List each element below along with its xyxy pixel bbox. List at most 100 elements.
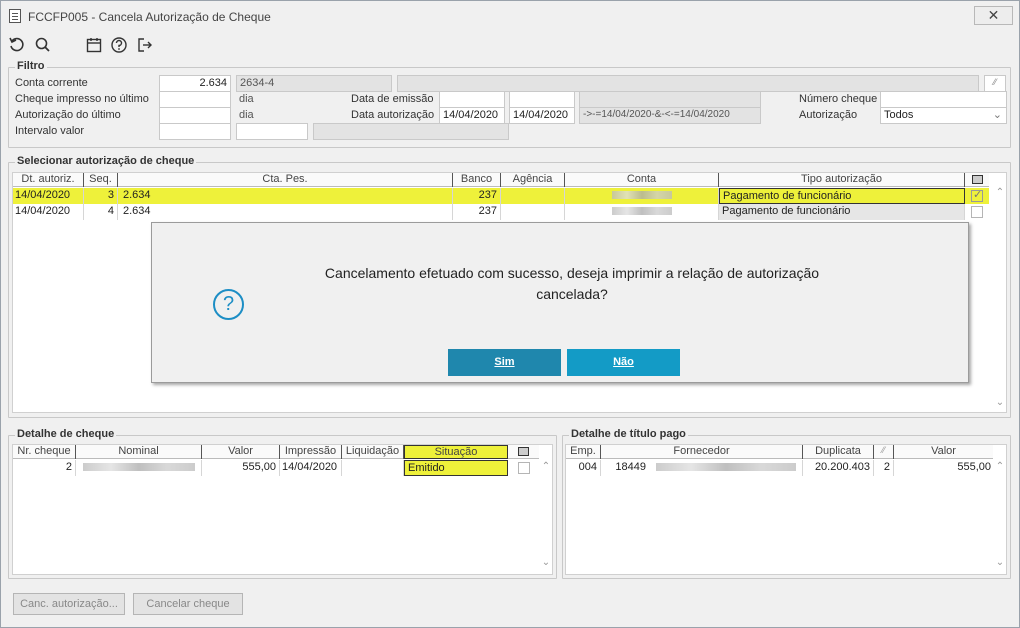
cancelar-cheque-button[interactable]: Cancelar cheque — [133, 593, 243, 615]
header-cta-pes[interactable]: Cta. Pes. — [118, 173, 453, 187]
detalhe-cheque-title: Detalhe de cheque — [15, 428, 117, 440]
cell-banco: 237 — [453, 204, 501, 220]
table-row[interactable]: 14/04/2020 3 2.634 237 Pagamento de func… — [13, 188, 989, 204]
dialog-message-line2: cancelada? — [536, 286, 608, 302]
conta-corrente-input[interactable]: 2.634 — [159, 75, 231, 92]
row-checkbox[interactable]: ✓ — [971, 189, 983, 202]
cell-dt: 14/04/2020 — [13, 188, 84, 204]
cell-banco: 237 — [453, 188, 501, 204]
cell-fornecedor-redacted — [649, 460, 803, 476]
dialog-message-line1: Cancelamento efetuado com sucesso, desej… — [324, 265, 820, 281]
calendar-icon[interactable] — [84, 36, 104, 56]
scroll-up-icon[interactable]: ⌃ — [539, 461, 553, 472]
numero-cheque-label: Número cheque — [799, 93, 878, 105]
cell-liquidacao — [342, 460, 404, 476]
data-autorizacao-label: Data autorização — [351, 109, 435, 121]
data-emissao-ate-input[interactable] — [509, 91, 575, 108]
data-emissao-label: Data de emissão — [351, 93, 434, 105]
dialog-message: Cancelamento efetuado com sucesso, desej… — [292, 263, 852, 305]
exit-icon[interactable] — [135, 36, 155, 56]
header-liquidacao[interactable]: Liquidação — [342, 445, 404, 459]
search-icon[interactable] — [33, 36, 53, 56]
intervalo-valor-de-input[interactable] — [159, 123, 231, 140]
intervalo-expression-field — [313, 123, 509, 140]
nao-button[interactable]: Não — [567, 349, 680, 376]
header-seq[interactable]: Seq. — [84, 173, 118, 187]
header-select-all[interactable] — [508, 445, 539, 459]
scroll-up-icon[interactable]: ⌃ — [993, 187, 1007, 198]
autorizacao-select[interactable]: Todos ⌄ — [880, 107, 1007, 124]
autorizacao-ultimo-input[interactable] — [159, 107, 231, 124]
data-autorizacao-ate-input[interactable]: 14/04/2020 — [509, 107, 575, 124]
cell-nr-cheque: 2 — [13, 460, 76, 476]
canc-autorizacao-button[interactable]: Canc. autorização... — [13, 593, 125, 615]
grid-header: Dt. autoriz. Seq. Cta. Pes. Banco Agênci… — [13, 173, 989, 187]
header-agencia[interactable]: Agência — [501, 173, 565, 187]
close-button[interactable]: ✕ — [974, 6, 1013, 25]
header-valor[interactable]: Valor — [202, 445, 280, 459]
autorizacao-ultimo-label: Autorização do último — [15, 109, 121, 121]
row-checkbox[interactable] — [971, 206, 983, 218]
chevron-down-icon: ⌄ — [992, 109, 1002, 121]
scroll-down-icon[interactable]: ⌄ — [993, 557, 1007, 568]
lookup-icon[interactable]: ⁄⁄ — [984, 75, 1006, 92]
table-row[interactable]: 14/04/2020 4 2.634 237 Pagamento de func… — [13, 204, 989, 220]
cell-dt: 14/04/2020 — [13, 204, 84, 220]
header-tipo-autorizacao[interactable]: Tipo autorização — [719, 173, 965, 187]
row-checkbox[interactable] — [518, 462, 530, 474]
cell-conta-redacted — [565, 204, 719, 220]
selecionar-title: Selecionar autorização de cheque — [15, 155, 197, 167]
intervalo-valor-label: Intervalo valor — [15, 125, 85, 137]
intervalo-valor-ate-input[interactable] — [236, 123, 308, 140]
header-conta[interactable]: Conta — [565, 173, 719, 187]
header-impressao[interactable]: Impressão — [280, 445, 342, 459]
cell-valor: 555,00 — [202, 460, 280, 476]
header-parcela-icon[interactable]: ⁄⁄ — [874, 445, 894, 459]
cell-seq: 4 — [84, 204, 118, 220]
scroll-up-icon[interactable]: ⌃ — [993, 461, 1007, 472]
header-duplicata[interactable]: Duplicata — [803, 445, 874, 459]
header-banco[interactable]: Banco — [453, 173, 501, 187]
cell-agencia — [501, 204, 565, 220]
sim-button[interactable]: Sim — [448, 349, 561, 376]
header-select-all[interactable] — [965, 173, 989, 187]
header-nr-cheque[interactable]: Nr. cheque — [13, 445, 76, 459]
scroll-down-icon[interactable]: ⌄ — [993, 397, 1007, 408]
cell-emp: 004 — [566, 460, 601, 476]
question-icon: ? — [213, 289, 244, 320]
refresh-icon[interactable] — [7, 36, 27, 56]
dia-label-1: dia — [239, 93, 254, 105]
autorizacao-label: Autorização — [799, 109, 858, 121]
cell-fornecedor-codigo: 18449 — [615, 461, 646, 473]
header-emp[interactable]: Emp. — [566, 445, 601, 459]
toolbar — [1, 31, 1019, 61]
cell-parcela: 2 — [874, 460, 894, 476]
conta-corrente-label: Conta corrente — [15, 77, 88, 89]
header-nominal[interactable]: Nominal — [76, 445, 202, 459]
numero-cheque-input[interactable] — [880, 91, 1007, 108]
cheque-grid-header: Nr. cheque Nominal Valor Impressão Liqui… — [13, 445, 539, 459]
document-icon — [9, 9, 21, 23]
help-icon[interactable] — [109, 36, 129, 56]
autorizacao-select-value: Todos — [884, 109, 914, 121]
table-row[interactable]: 004 18449 20.200.403 2 555,00 — [566, 460, 993, 476]
window-title: FCCFP005 - Cancela Autorização de Cheque — [28, 10, 271, 24]
data-emissao-de-input[interactable] — [439, 91, 505, 108]
emissao-expression-field — [579, 91, 761, 108]
title-bar: FCCFP005 - Cancela Autorização de Cheque… — [1, 1, 1019, 31]
data-autorizacao-de-input[interactable]: 14/04/2020 — [439, 107, 505, 124]
header-fornecedor[interactable]: Fornecedor — [601, 445, 803, 459]
dia-label-2: dia — [239, 109, 254, 121]
cheque-impresso-input[interactable] — [159, 91, 231, 108]
cell-cta: 2.634 — [118, 188, 453, 204]
conta-description-field — [397, 75, 979, 92]
header-valor[interactable]: Valor — [894, 445, 993, 459]
cell-tipo: Pagamento de funcionário — [719, 204, 965, 220]
cell-seq: 3 — [84, 188, 118, 204]
cell-nominal-redacted — [76, 460, 202, 476]
header-dt-autoriz[interactable]: Dt. autoriz. — [13, 173, 84, 187]
table-row[interactable]: 2 555,00 14/04/2020 Emitido — [13, 460, 539, 476]
scroll-down-icon[interactable]: ⌄ — [539, 557, 553, 568]
filtro-title: Filtro — [15, 60, 47, 72]
header-situacao[interactable]: Situação — [404, 445, 508, 459]
